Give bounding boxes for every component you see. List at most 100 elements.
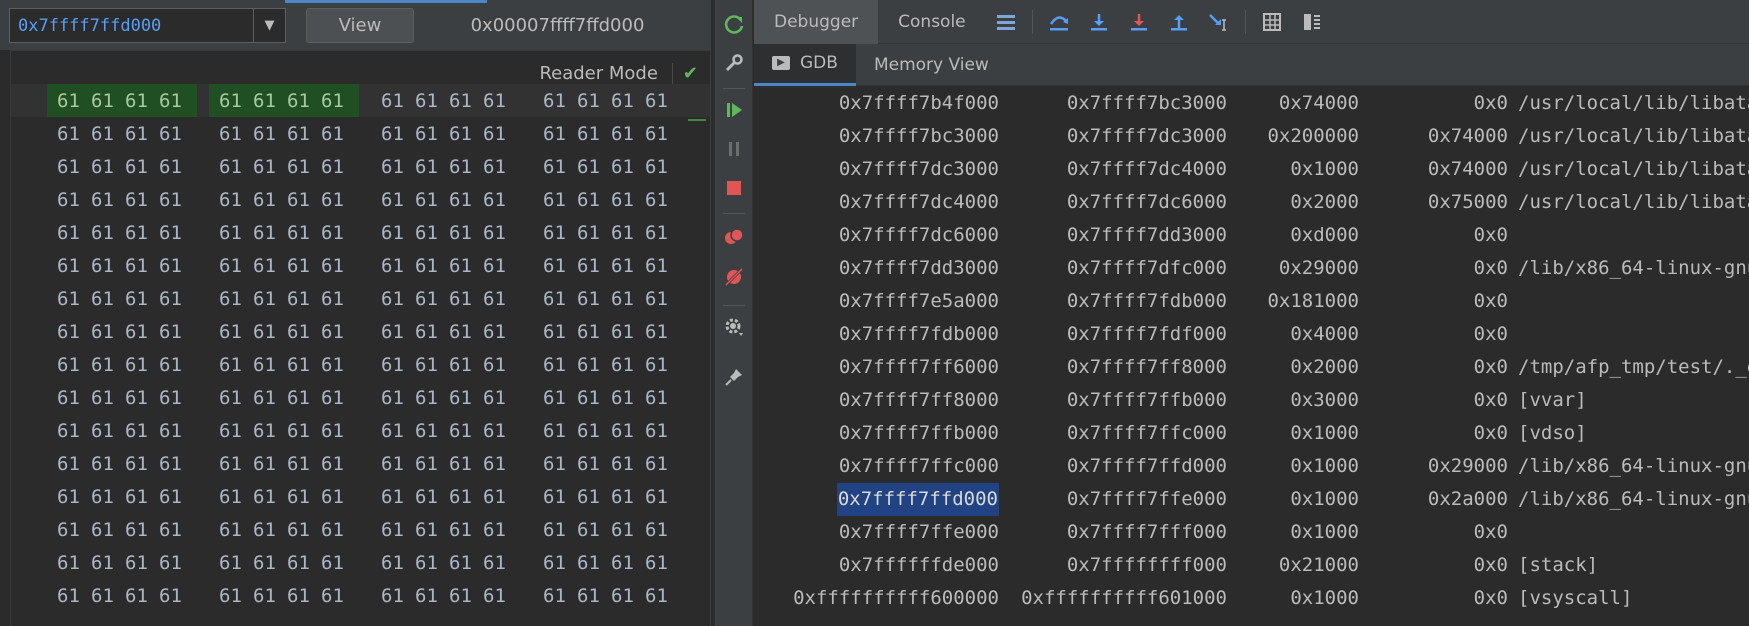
hex-byte[interactable]: 61 [483,453,511,475]
hex-byte[interactable]: 61 [381,552,415,574]
hex-byte[interactable]: 61 [91,123,125,145]
hex-byte[interactable]: 61 [253,552,287,574]
hex-byte[interactable]: 61 [287,486,321,508]
table-row[interactable]: 0x7ffff7dc3000 0x7ffff7dc4000 0x1000 0x7400… [754,153,1749,186]
hex-byte[interactable]: 61 [159,321,187,343]
hex-byte[interactable]: 61 [125,321,159,343]
hex-byte[interactable]: 61 [57,288,91,310]
hex-byte[interactable]: 61 [577,354,611,376]
hex-byte[interactable]: 61 [125,585,159,607]
hex-byte[interactable]: 61 [253,354,287,376]
hex-byte[interactable]: 61 [611,222,645,244]
hex-byte[interactable]: 61 [321,255,349,277]
hex-byte[interactable]: 61 [91,354,125,376]
hex-byte[interactable]: 61 [287,453,321,475]
rerun-icon[interactable] [715,8,753,42]
hex-byte[interactable]: 61 [611,354,645,376]
hex-byte[interactable]: 61 [219,222,253,244]
hex-byte[interactable]: 61 [91,387,125,409]
table-row[interactable]: 0x7ffffffde000 0x7ffffffff000 0x21000 0x0 [s… [754,549,1749,582]
hex-byte[interactable]: 61 [159,255,187,277]
hex-dump-area[interactable]: Reader Mode ✔ 61 61 61 61 61 61 61 61 61 61 61 61 61… [10,50,711,626]
hex-byte[interactable]: 61 [253,90,287,112]
hex-byte[interactable]: 61 [483,420,511,442]
hex-byte[interactable]: 61 [219,453,253,475]
hex-byte[interactable]: 61 [611,585,645,607]
hex-byte[interactable]: 61 [577,519,611,541]
hex-byte[interactable]: 61 [91,189,125,211]
hex-byte[interactable]: 61 [287,552,321,574]
hex-byte[interactable]: 61 [321,453,349,475]
hex-byte[interactable]: 61 [483,189,511,211]
step-over-icon[interactable] [1039,0,1079,44]
hex-byte[interactable]: 61 [577,222,611,244]
hex-byte[interactable]: 61 [543,123,577,145]
mute-breakpoints-icon[interactable] [715,260,753,294]
hex-byte[interactable]: 61 [449,585,483,607]
hex-byte[interactable]: 61 [219,90,253,112]
hex-byte[interactable]: 61 [543,90,577,112]
hex-byte[interactable]: 61 [645,90,673,112]
hex-byte[interactable]: 61 [159,453,187,475]
hex-byte[interactable]: 61 [543,453,577,475]
hex-byte[interactable]: 61 [577,585,611,607]
hex-byte[interactable]: 61 [159,519,187,541]
hex-byte[interactable]: 61 [645,387,673,409]
hex-byte[interactable]: 61 [253,585,287,607]
force-step-into-icon[interactable] [1119,0,1159,44]
hex-byte[interactable]: 61 [577,288,611,310]
hex-byte[interactable]: 61 [287,189,321,211]
wrench-icon[interactable] [715,46,753,80]
table-row[interactable]: 0xffffffffff600000 0xffffffffff601000 0x10… [754,582,1749,615]
hex-byte[interactable]: 61 [611,123,645,145]
hex-byte[interactable]: 61 [57,585,91,607]
hex-byte[interactable]: 61 [125,387,159,409]
hex-byte[interactable]: 61 [449,156,483,178]
hex-byte[interactable]: 61 [483,222,511,244]
hex-byte[interactable]: 61 [577,486,611,508]
hex-byte[interactable]: 61 [159,552,187,574]
hex-byte[interactable]: 61 [483,486,511,508]
hex-byte[interactable]: 61 [125,288,159,310]
hex-byte[interactable]: 61 [381,519,415,541]
resume-icon[interactable] [715,93,753,127]
hex-byte[interactable]: 61 [57,486,91,508]
table-row[interactable]: 0x7ffff7e5a000 0x7ffff7fdb000 0x181000 0x0 [754,285,1749,318]
hex-byte[interactable]: 61 [253,486,287,508]
menu-icon[interactable] [986,0,1026,44]
hex-byte[interactable]: 61 [611,519,645,541]
hex-byte[interactable]: 61 [219,519,253,541]
hex-byte[interactable]: 61 [381,585,415,607]
hex-byte[interactable]: 61 [125,552,159,574]
breakpoints-icon[interactable] [715,220,753,254]
hex-byte[interactable]: 61 [449,255,483,277]
hex-byte[interactable]: 61 [381,189,415,211]
table-row[interactable]: 0x7ffff7ffb000 0x7ffff7ffc000 0x1000 0x0 [vd… [754,417,1749,450]
hex-byte[interactable]: 61 [577,387,611,409]
hex-byte[interactable]: 61 [381,288,415,310]
hex-byte[interactable]: 61 [219,321,253,343]
hex-byte[interactable]: 61 [483,552,511,574]
hex-byte[interactable]: 61 [219,387,253,409]
hex-byte[interactable]: 61 [253,123,287,145]
hex-byte[interactable]: 61 [219,255,253,277]
hex-byte[interactable]: 61 [91,420,125,442]
hex-byte[interactable]: 61 [287,321,321,343]
reader-mode-label[interactable]: Reader Mode [539,62,673,84]
address-input[interactable]: 0x7ffff7ffd000 [10,16,253,36]
hex-byte[interactable]: 61 [125,222,159,244]
hex-byte[interactable]: 61 [287,255,321,277]
hex-byte[interactable]: 61 [57,354,91,376]
hex-byte[interactable]: 61 [91,255,125,277]
hex-byte[interactable]: 61 [287,519,321,541]
hex-byte[interactable]: 61 [611,552,645,574]
hex-byte[interactable]: 61 [483,519,511,541]
hex-byte[interactable]: 61 [321,156,349,178]
table-row[interactable]: 0x7ffff7bc3000 0x7ffff7dc3000 0x200000 0x74… [754,120,1749,153]
hex-byte[interactable]: 61 [449,90,483,112]
hex-byte[interactable]: 61 [57,519,91,541]
table-row[interactable]: 0x7ffff7b4f000 0x7ffff7bc3000 0x74000 0x0/u… [754,87,1749,120]
hex-byte[interactable]: 61 [91,486,125,508]
hex-byte[interactable]: 61 [321,354,349,376]
hex-byte[interactable]: 61 [611,288,645,310]
